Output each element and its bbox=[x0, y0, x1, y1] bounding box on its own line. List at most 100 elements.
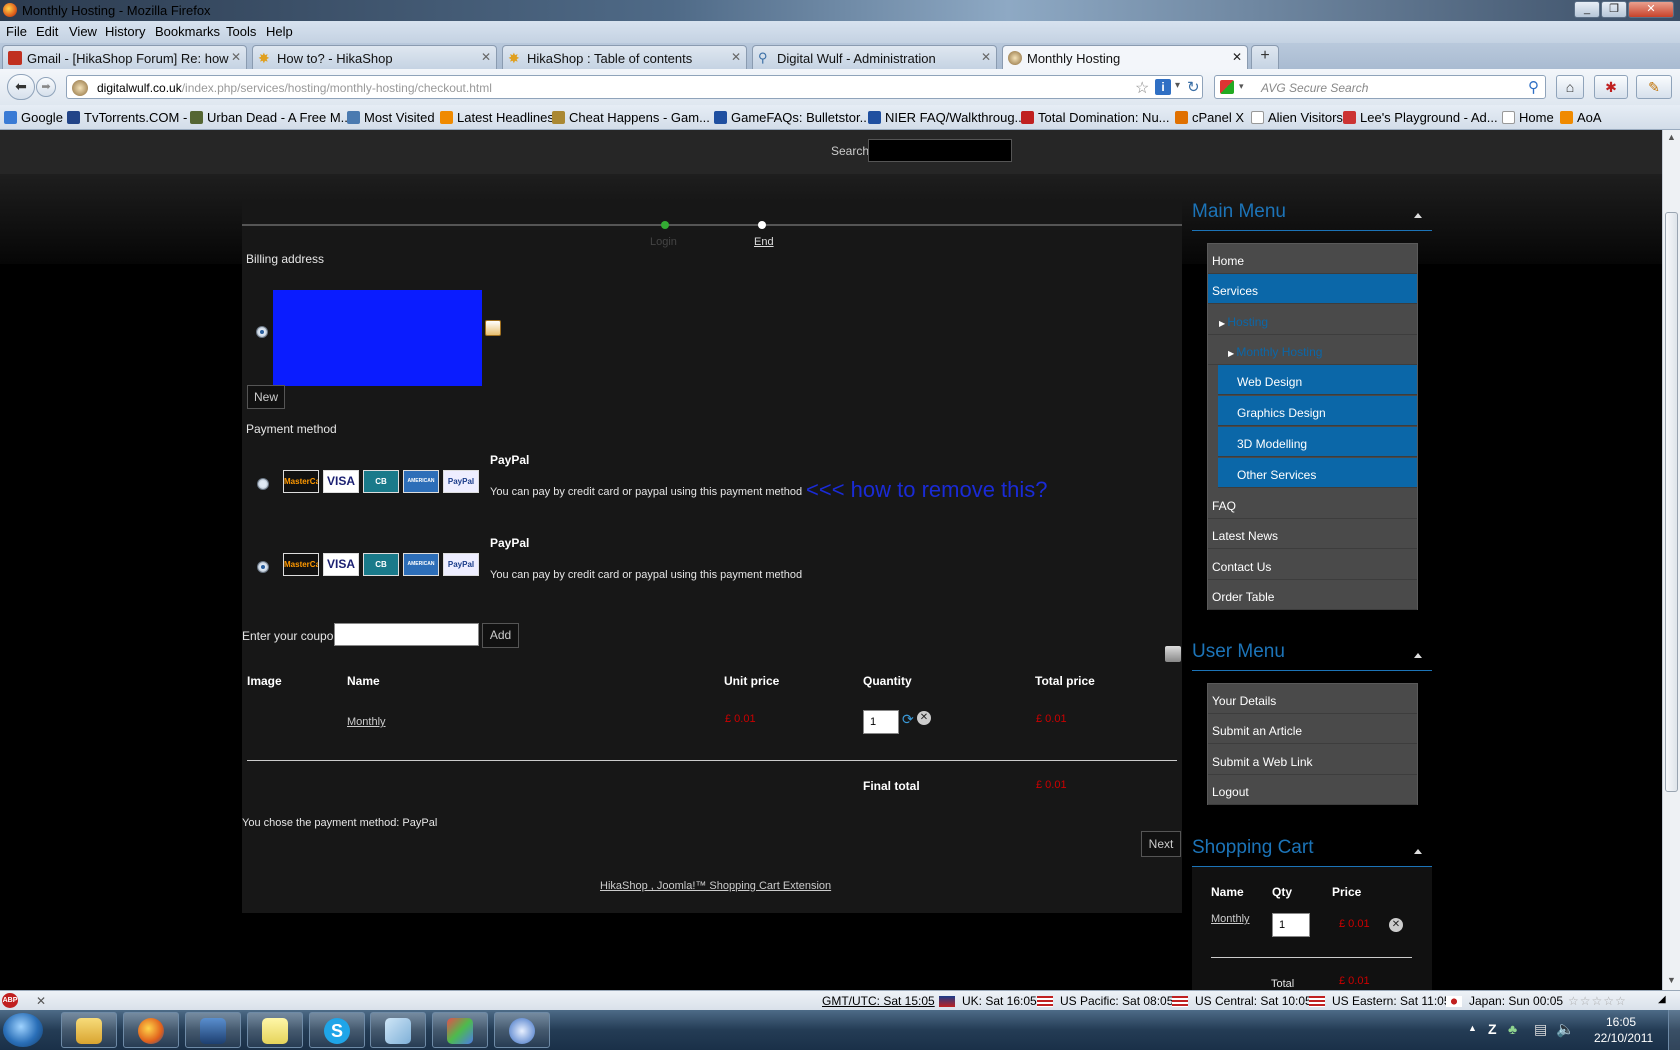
home-icon[interactable]: ⌂ bbox=[1556, 75, 1584, 99]
taskbar-paint[interactable] bbox=[432, 1012, 488, 1048]
site-search-input[interactable] bbox=[868, 139, 1012, 162]
dropdown-arrow-icon[interactable]: ▾ bbox=[1175, 80, 1180, 91]
bookmark-home[interactable]: Home bbox=[1502, 110, 1554, 125]
adblock-icon[interactable]: ABP bbox=[2, 993, 18, 1008]
menu-item-contact-us[interactable]: Contact Us bbox=[1208, 550, 1417, 580]
bookmark-urban-dead[interactable]: Urban Dead - A Free M... bbox=[190, 110, 352, 125]
menu-item-3d-modelling[interactable]: 3D Modelling bbox=[1218, 427, 1417, 457]
collapse-arrow-icon[interactable] bbox=[1414, 849, 1422, 854]
menu-history[interactable]: History bbox=[105, 24, 145, 39]
expand-icon[interactable]: ◢ bbox=[1658, 994, 1666, 1005]
billing-address-radio[interactable] bbox=[256, 326, 268, 338]
menu-item-services[interactable]: Services bbox=[1208, 274, 1417, 304]
menu-item-latest-news[interactable]: Latest News bbox=[1208, 519, 1417, 549]
taskbar-explorer[interactable] bbox=[61, 1012, 117, 1048]
clock-gmt[interactable]: GMT/UTC: Sat 15:05 bbox=[822, 994, 935, 1008]
close-window-button[interactable]: ✕ bbox=[1628, 1, 1674, 18]
scroll-up-icon[interactable]: ▲ bbox=[1667, 132, 1676, 142]
menu-item-faq[interactable]: FAQ bbox=[1208, 489, 1417, 519]
menu-item-submit-article[interactable]: Submit an Article bbox=[1208, 714, 1417, 744]
maximize-button[interactable]: ❐ bbox=[1601, 1, 1627, 18]
coupon-input[interactable] bbox=[334, 623, 479, 646]
url-bar[interactable]: digitalwulf.co.uk/index.php/services/hos… bbox=[66, 75, 1203, 99]
menu-item-other-services[interactable]: Other Services bbox=[1218, 458, 1417, 488]
menu-item-monthly-hosting[interactable]: ▶ Monthly Hosting bbox=[1208, 335, 1417, 365]
bookmark-total-domination[interactable]: Total Domination: Nu... bbox=[1021, 110, 1170, 125]
reload-icon[interactable]: ↻ bbox=[1187, 78, 1200, 96]
collapse-arrow-icon[interactable] bbox=[1414, 213, 1422, 218]
payment-radio-2[interactable] bbox=[257, 561, 269, 573]
show-desktop-button[interactable] bbox=[1668, 1010, 1680, 1050]
taskbar-sticky-notes[interactable] bbox=[247, 1012, 303, 1048]
bookmark-google[interactable]: Google bbox=[4, 110, 63, 125]
tab-gmail[interactable]: Gmail - [HikaShop Forum] Re: how to... ✕ bbox=[2, 45, 247, 69]
network-icon[interactable]: ▤ bbox=[1534, 1021, 1547, 1038]
close-tab-icon[interactable]: ✕ bbox=[981, 50, 991, 64]
bookmark-cheat-happens[interactable]: Cheat Happens - Gam... bbox=[552, 110, 710, 125]
close-statusbar-icon[interactable]: ✕ bbox=[36, 994, 46, 1008]
minimize-button[interactable]: _ bbox=[1574, 1, 1600, 18]
search-icon[interactable]: ⚲ bbox=[1528, 78, 1539, 96]
taskbar-time[interactable]: 16:05 bbox=[1606, 1015, 1636, 1029]
tray-z-icon[interactable]: Z bbox=[1488, 1021, 1497, 1037]
refresh-quantity-icon[interactable]: ⟳ bbox=[902, 711, 914, 728]
tab-how-to[interactable]: ✸ How to? - HikaShop ✕ bbox=[252, 45, 497, 69]
show-hidden-icons-icon[interactable]: ▲ bbox=[1468, 1023, 1477, 1033]
taskbar-skype[interactable]: S bbox=[309, 1012, 365, 1048]
mini-cart-item-link[interactable]: Monthly bbox=[1211, 913, 1250, 925]
footer-link[interactable]: HikaShop , Joomla!™ Shopping Cart Extens… bbox=[600, 880, 831, 892]
dropdown-arrow-icon[interactable]: ▾ bbox=[1239, 81, 1244, 92]
tab-administration[interactable]: ⚲ Digital Wulf - Administration ✕ bbox=[752, 45, 997, 69]
remove-item-icon[interactable]: ✕ bbox=[917, 711, 931, 725]
bookmark-most-visited[interactable]: Most Visited bbox=[347, 110, 435, 125]
tray-app-icon[interactable]: ♣ bbox=[1508, 1021, 1517, 1037]
bookmark-aoa[interactable]: AoA bbox=[1560, 110, 1602, 125]
mini-cart-qty-input[interactable]: 1 bbox=[1272, 913, 1310, 937]
rating-stars-icon[interactable]: ☆☆☆☆☆ bbox=[1568, 994, 1627, 1008]
menu-file[interactable]: File bbox=[6, 24, 27, 39]
payment-radio-1[interactable] bbox=[257, 478, 269, 490]
page-scrollbar[interactable]: ▲ ▼ bbox=[1662, 130, 1680, 990]
bookmark-alien-visitors[interactable]: Alien Visitors bbox=[1251, 110, 1343, 125]
menu-item-your-details[interactable]: Your Details bbox=[1208, 684, 1417, 714]
menu-tools[interactable]: Tools bbox=[226, 24, 256, 39]
print-icon[interactable] bbox=[1165, 646, 1181, 662]
menu-bookmarks[interactable]: Bookmarks bbox=[155, 24, 220, 39]
taskbar-firefox[interactable] bbox=[123, 1012, 179, 1048]
next-button[interactable]: Next bbox=[1141, 831, 1181, 857]
bookmark-star-icon[interactable]: ☆ bbox=[1135, 78, 1149, 98]
bookmark-cpanel[interactable]: cPanel X bbox=[1175, 110, 1244, 125]
collapse-arrow-icon[interactable] bbox=[1414, 653, 1422, 658]
taskbar-notepad[interactable] bbox=[370, 1012, 426, 1048]
edit-address-icon[interactable] bbox=[485, 320, 501, 336]
menu-edit[interactable]: Edit bbox=[36, 24, 58, 39]
menu-view[interactable]: View bbox=[69, 24, 97, 39]
new-address-button[interactable]: New bbox=[247, 385, 285, 409]
forward-button[interactable]: ➡ bbox=[36, 77, 56, 97]
site-identity-icon[interactable] bbox=[72, 80, 88, 96]
tab-table-of-contents[interactable]: ✸ HikaShop : Table of contents ✕ bbox=[502, 45, 747, 69]
bookmark-lees-playground[interactable]: Lee's Playground - Ad... bbox=[1343, 110, 1498, 125]
menu-item-order-table[interactable]: Order Table bbox=[1208, 580, 1417, 610]
menu-help[interactable]: Help bbox=[266, 24, 293, 39]
start-button[interactable] bbox=[3, 1013, 43, 1047]
new-tab-button[interactable]: + bbox=[1251, 45, 1279, 69]
cart-quantity-input[interactable]: 1 bbox=[863, 710, 899, 734]
volume-icon[interactable]: 🔈 bbox=[1556, 1020, 1575, 1038]
back-button[interactable]: ⬅ bbox=[7, 74, 35, 100]
remove-item-icon[interactable]: ✕ bbox=[1389, 918, 1403, 932]
taskbar-date[interactable]: 22/10/2011 bbox=[1594, 1031, 1653, 1045]
menu-item-home[interactable]: Home bbox=[1208, 244, 1417, 274]
coupon-add-button[interactable]: Add bbox=[482, 623, 519, 648]
bookmark-gamefaqs[interactable]: GameFAQs: Bulletstor... bbox=[714, 110, 870, 125]
scroll-down-icon[interactable]: ▼ bbox=[1667, 975, 1676, 985]
url-text[interactable]: digitalwulf.co.uk/index.php/services/hos… bbox=[97, 81, 492, 95]
info-icon[interactable]: i bbox=[1155, 79, 1171, 95]
cart-item-link[interactable]: Monthly bbox=[347, 716, 386, 728]
tab-monthly-hosting[interactable]: Monthly Hosting ✕ bbox=[1002, 45, 1248, 70]
close-tab-icon[interactable]: ✕ bbox=[481, 50, 491, 64]
menu-item-hosting[interactable]: ▶ Hosting bbox=[1208, 305, 1417, 335]
close-tab-icon[interactable]: ✕ bbox=[1232, 50, 1242, 64]
taskbar-thunderbird[interactable] bbox=[494, 1012, 550, 1048]
taskbar-virtualbox[interactable] bbox=[185, 1012, 241, 1048]
